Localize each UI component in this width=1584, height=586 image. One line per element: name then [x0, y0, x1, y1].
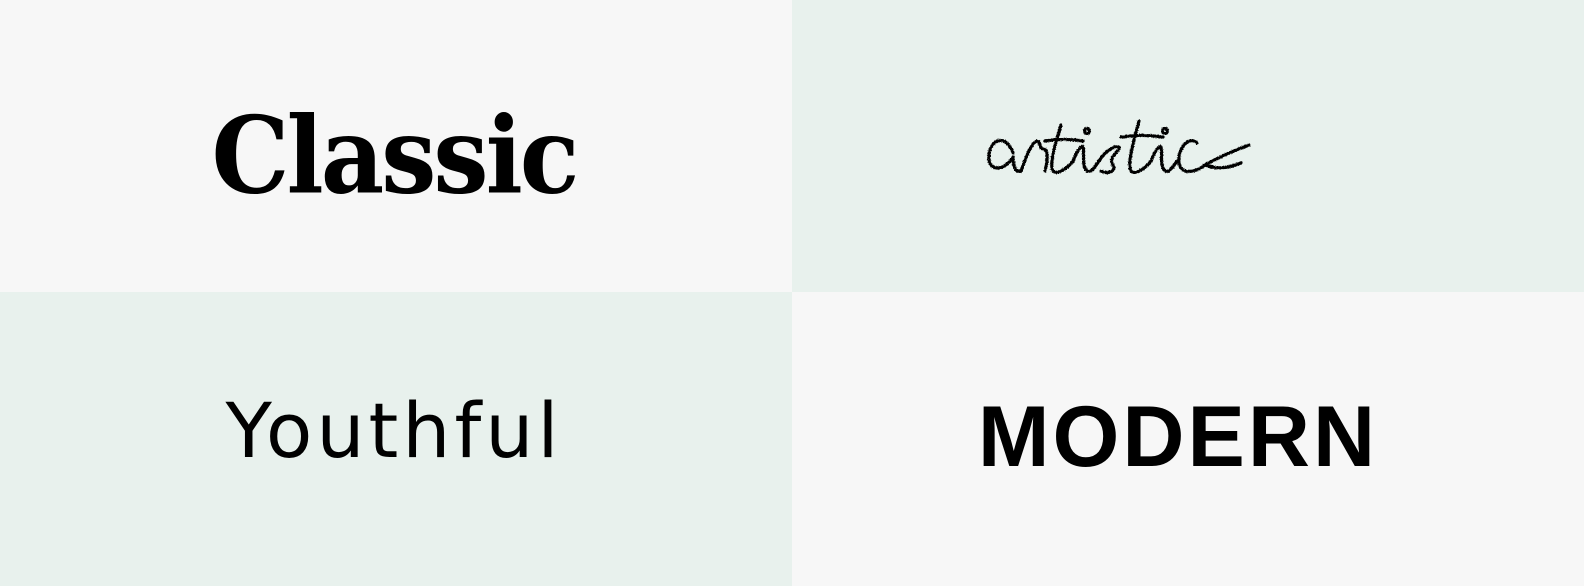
classic-label: Classic: [211, 94, 580, 219]
modern-tile: MODERN: [792, 292, 1584, 586]
artistic-tile: artistic: [792, 0, 1584, 292]
artistic-script-strokes: [987, 119, 1251, 175]
artistic-script-lettering: artistic: [983, 85, 1363, 195]
font-style-grid: Classic Youthful MODERN: [0, 0, 1584, 586]
classic-tile: Classic: [0, 0, 792, 292]
artistic-script-svg: artistic: [987, 119, 1251, 175]
modern-label: MODERN: [977, 389, 1379, 485]
youthful-tile: Youthful: [0, 292, 792, 586]
youthful-label: Youthful: [225, 386, 563, 475]
